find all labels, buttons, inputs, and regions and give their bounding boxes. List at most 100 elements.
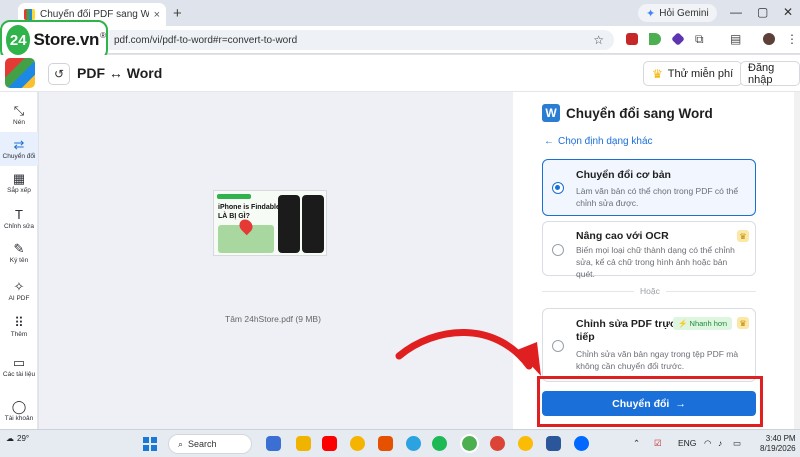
premium-crown-icon: ♛: [737, 317, 749, 329]
ai-sparkle-icon: ✧: [13, 279, 25, 294]
ask-gemini-button[interactable]: ✦ Hỏi Gemini: [638, 4, 717, 22]
word-app-icon[interactable]: [546, 436, 561, 451]
sidebar-item-convert[interactable]: ⇄ Chuyển đổi: [0, 132, 38, 166]
speaker-icon[interactable]: ♪: [718, 438, 722, 448]
restore-icon[interactable]: ▢: [757, 5, 768, 19]
option-basic-convert[interactable]: Chuyển đổi cơ bản Làm văn bản có thể chọ…: [542, 159, 756, 216]
tray-app-icon[interactable]: ☑: [654, 438, 662, 449]
panel-scrollbar[interactable]: [794, 92, 800, 429]
red-highlight-box: [537, 376, 763, 427]
pdf-thumbnail[interactable]: iPhone is Findable LÀ BỊ GÌ?: [213, 190, 327, 256]
choose-other-format-link[interactable]: ← Chọn định dạng khác: [544, 136, 653, 147]
file-explorer-icon[interactable]: [296, 436, 311, 451]
language-indicator[interactable]: ENG: [678, 438, 696, 448]
wifi-icon[interactable]: ◠: [704, 438, 711, 449]
option-description: Chỉnh sửa văn bản ngay trong tệp PDF mà …: [576, 349, 739, 371]
url-text: pdf.com/vi/pdf-to-word#r=convert-to-word: [114, 34, 298, 46]
sidepanel-icon[interactable]: ▤: [730, 32, 741, 46]
crown-icon: ♛: [652, 66, 663, 81]
clock-date: 8/19/2026: [760, 444, 796, 453]
profile-avatar-icon[interactable]: [763, 33, 775, 45]
close-window-icon[interactable]: ✕: [783, 5, 793, 19]
url-input[interactable]: pdf.com/vi/pdf-to-word#r=convert-to-word…: [100, 30, 614, 50]
option-edit-pdf-direct[interactable]: Chỉnh sửa PDF trực tiếp ⚡ Nhanh hơn ♛ Ch…: [542, 308, 756, 382]
chrome-profile-icon[interactable]: [518, 436, 533, 451]
sidebar-item-label: Chuyển đổi: [2, 153, 36, 160]
ask-gemini-label: Hỏi Gemini: [659, 7, 709, 19]
file-name-caption: Tâm 24hStore.pdf (9 MB): [225, 314, 321, 324]
youtube-icon[interactable]: [322, 436, 337, 451]
edit-text-icon: T: [15, 207, 23, 222]
app-header: ↺ PDF ↔ Word ♛ Thử miễn phí Đăng nhập: [0, 55, 800, 92]
logo-text: Store.vn: [33, 30, 100, 49]
chrome-profile-icon[interactable]: [490, 436, 505, 451]
faster-badge: ⚡ Nhanh hơn: [673, 317, 732, 330]
bookmark-star-icon[interactable]: ☆: [593, 33, 604, 47]
sidebar-item-ai-pdf[interactable]: ✧ AI PDF: [0, 274, 38, 308]
arrow-left-icon: ←: [544, 136, 554, 147]
windows-start-icon[interactable]: [143, 437, 157, 451]
radio-basic[interactable]: [552, 182, 564, 194]
taskbar-search[interactable]: ⌕ Search: [168, 434, 252, 454]
premium-crown-icon: ♛: [737, 230, 749, 242]
sidebar-item-account[interactable]: ◯ Tài khoản: [0, 394, 38, 428]
sidebar-item-more[interactable]: ⠿ Thêm: [0, 310, 38, 344]
taskbar-app-icon[interactable]: [378, 436, 393, 451]
sidebar-item-organize[interactable]: ▦ Sắp xếp: [0, 166, 38, 200]
radio-ocr[interactable]: [552, 244, 564, 256]
kebab-menu-icon[interactable]: ⋮: [786, 32, 798, 46]
sidebar-item-sign[interactable]: ✎ Ký tên: [0, 236, 38, 270]
back-link-label: Chọn định dạng khác: [558, 136, 653, 147]
logo-badge: 24: [6, 25, 31, 55]
free-trial-button[interactable]: ♛ Thử miễn phí: [643, 61, 743, 86]
store-logo: 24 Store.vn ®: [0, 20, 108, 60]
tab-favicon-icon: [24, 9, 35, 20]
chrome-icon[interactable]: [350, 436, 365, 451]
lightning-icon: ⚡: [678, 319, 688, 328]
chevron-up-icon[interactable]: ⌃: [633, 438, 640, 449]
weather-widget[interactable]: ☁ 29°: [6, 434, 29, 443]
faster-badge-label: Nhanh hơn: [689, 319, 727, 328]
play-extension-icon[interactable]: [649, 33, 661, 45]
puzzle-extensions-icon[interactable]: ⧉: [695, 32, 704, 47]
word-icon: W: [542, 104, 560, 122]
page-title: PDF ↔ Word: [77, 65, 163, 81]
minimize-icon[interactable]: —: [730, 5, 742, 19]
app-logo-icon[interactable]: [5, 58, 35, 88]
chrome-active-icon[interactable]: [460, 434, 479, 453]
windows-taskbar: ☁ 29° ⌕ Search ⌃ ☑ ENG ◠ ♪ ▭ 3:40 PM 8/1…: [0, 429, 800, 457]
cloud-icon: ☁: [6, 434, 14, 443]
tool-sidebar: ⤡ Nén ⇄ Chuyển đổi ▦ Sắp xếp T Chỉnh sửa…: [0, 92, 38, 429]
login-button[interactable]: Đăng nhập: [740, 61, 800, 86]
zalo-icon[interactable]: [574, 436, 589, 451]
sidebar-item-edit[interactable]: T Chỉnh sửa: [0, 202, 38, 236]
sidebar-item-compress[interactable]: ⤡ Nén: [0, 98, 38, 132]
option-title: Nâng cao với OCR: [576, 230, 669, 242]
sidebar-item-label: Thêm: [10, 331, 28, 338]
system-clock[interactable]: 3:40 PM 8/19/2026: [760, 434, 796, 454]
folder-icon: ▭: [12, 355, 26, 370]
sidebar-item-label: Ký tên: [9, 257, 29, 264]
spotify-icon[interactable]: [432, 436, 447, 451]
battery-icon[interactable]: ▭: [733, 438, 741, 449]
close-tab-icon[interactable]: ×: [154, 9, 160, 21]
sidebar-item-label: Tài khoản: [4, 415, 34, 422]
option-description: Biến mọi loại chữ thành dạng có thể chỉn…: [576, 245, 735, 279]
radio-edit-direct[interactable]: [552, 340, 564, 352]
option-ocr-convert[interactable]: Nâng cao với OCR ♛ Biến mọi loại chữ thà…: [542, 221, 756, 279]
temperature: 29°: [17, 434, 30, 443]
gemini-sparkle-icon: ✦: [646, 7, 656, 20]
extension-icon[interactable]: [626, 33, 638, 45]
sidebar-item-documents[interactable]: ▭ Các tài liệu: [0, 350, 38, 384]
signature-icon: ✎: [13, 241, 25, 256]
telegram-icon[interactable]: [406, 436, 421, 451]
option-description: Làm văn bản có thể chọn trong PDF có thể…: [576, 186, 739, 208]
thumbnail-heading: iPhone is Findable LÀ BỊ GÌ?: [218, 204, 280, 220]
option-title: Chỉnh sửa PDF trực tiếp: [576, 318, 676, 343]
user-icon: ◯: [11, 399, 27, 414]
sidebar-item-label: Nén: [13, 119, 25, 126]
plus-icon[interactable]: +: [173, 5, 182, 22]
rotate-icon[interactable]: ↺: [48, 63, 70, 85]
taskbar-app-icon[interactable]: [266, 436, 281, 451]
option-title: Chuyển đổi cơ bản: [576, 169, 671, 181]
